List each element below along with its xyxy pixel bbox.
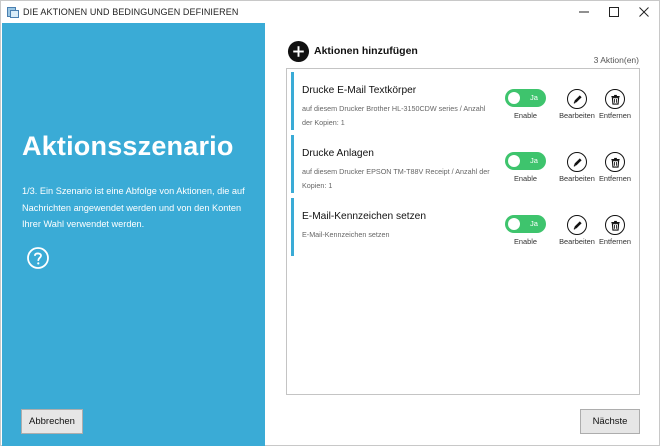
title-bar: DIE AKTIONEN UND BEDINGUNGEN DEFINIEREN bbox=[1, 1, 659, 23]
pencil-icon bbox=[573, 94, 582, 104]
enable-label: Enable bbox=[513, 111, 537, 120]
trash-icon bbox=[610, 220, 620, 231]
delete-button[interactable] bbox=[605, 215, 625, 235]
enable-toggle[interactable]: Ja bbox=[505, 89, 546, 107]
edit-button[interactable] bbox=[567, 152, 587, 172]
actions-list: Drucke E-Mail Textkörper auf diesem Druc… bbox=[286, 68, 640, 395]
cancel-button[interactable]: Abbrechen bbox=[21, 409, 83, 434]
enable-label: Enable bbox=[513, 174, 537, 183]
close-icon bbox=[639, 7, 649, 17]
trash-icon bbox=[610, 94, 620, 105]
maximize-button[interactable] bbox=[599, 1, 629, 23]
trash-icon bbox=[610, 157, 620, 168]
action-accent-bar bbox=[291, 198, 294, 256]
toggle-text: Ja bbox=[530, 93, 538, 102]
action-description: auf diesem Drucker Brother HL-3150CDW se… bbox=[302, 104, 486, 127]
close-button[interactable] bbox=[629, 1, 659, 23]
panel-title: Aktionsszenario bbox=[22, 131, 234, 161]
action-title: E-Mail-Kennzeichen setzen bbox=[302, 211, 427, 222]
action-accent-bar bbox=[291, 72, 294, 130]
edit-button[interactable] bbox=[567, 89, 587, 109]
edit-button[interactable] bbox=[567, 215, 587, 235]
add-action-button[interactable]: Aktionen hinzufügen bbox=[287, 39, 418, 63]
toggle-knob bbox=[508, 218, 520, 230]
action-title: Drucke E-Mail Textkörper bbox=[302, 85, 417, 96]
delete-button[interactable] bbox=[605, 152, 625, 172]
minimize-button[interactable] bbox=[569, 1, 599, 23]
action-title: Drucke Anlagen bbox=[302, 148, 374, 159]
maximize-icon bbox=[609, 7, 619, 17]
delete-button[interactable] bbox=[605, 89, 625, 109]
toggle-text: Ja bbox=[530, 219, 538, 228]
dialog-window: DIE AKTIONEN UND BEDINGUNGEN DEFINIEREN … bbox=[0, 0, 660, 446]
action-description: auf diesem Drucker EPSON TM-T88V Receipt… bbox=[302, 167, 490, 190]
toggle-text: Ja bbox=[530, 156, 538, 165]
scenario-info-panel: Aktionsszenario 1/3. Ein Szenario ist ei… bbox=[2, 23, 265, 446]
panel-description: 1/3. Ein Szenario ist eine Abfolge von A… bbox=[22, 186, 245, 229]
action-count: 3 Aktion(en) bbox=[593, 55, 639, 65]
enable-toggle[interactable]: Ja bbox=[505, 152, 546, 170]
app-icon bbox=[7, 7, 19, 18]
plus-circle-icon bbox=[287, 40, 310, 62]
window-title: DIE AKTIONEN UND BEDINGUNGEN DEFINIEREN bbox=[23, 7, 239, 17]
minimize-icon bbox=[579, 11, 589, 13]
action-item: E-Mail-Kennzeichen setzen E-Mail-Kennzei… bbox=[291, 198, 637, 256]
action-item: Drucke E-Mail Textkörper auf diesem Druc… bbox=[291, 72, 637, 130]
help-icon[interactable] bbox=[26, 246, 50, 270]
action-accent-bar bbox=[291, 135, 294, 193]
enable-label: Enable bbox=[513, 237, 537, 246]
toggle-knob bbox=[508, 155, 520, 167]
pencil-icon bbox=[573, 157, 582, 167]
add-action-label: Aktionen hinzufügen bbox=[314, 45, 418, 57]
delete-label: Entfernen bbox=[598, 174, 632, 183]
enable-toggle[interactable]: Ja bbox=[505, 215, 546, 233]
pencil-icon bbox=[573, 220, 582, 230]
delete-label: Entfernen bbox=[598, 111, 632, 120]
toggle-knob bbox=[508, 92, 520, 104]
action-description: E-Mail-Kennzeichen setzen bbox=[302, 230, 390, 239]
delete-label: Entfernen bbox=[598, 237, 632, 246]
action-item: Drucke Anlagen auf diesem Drucker EPSON … bbox=[291, 135, 637, 193]
next-button[interactable]: Nächste bbox=[580, 409, 640, 434]
